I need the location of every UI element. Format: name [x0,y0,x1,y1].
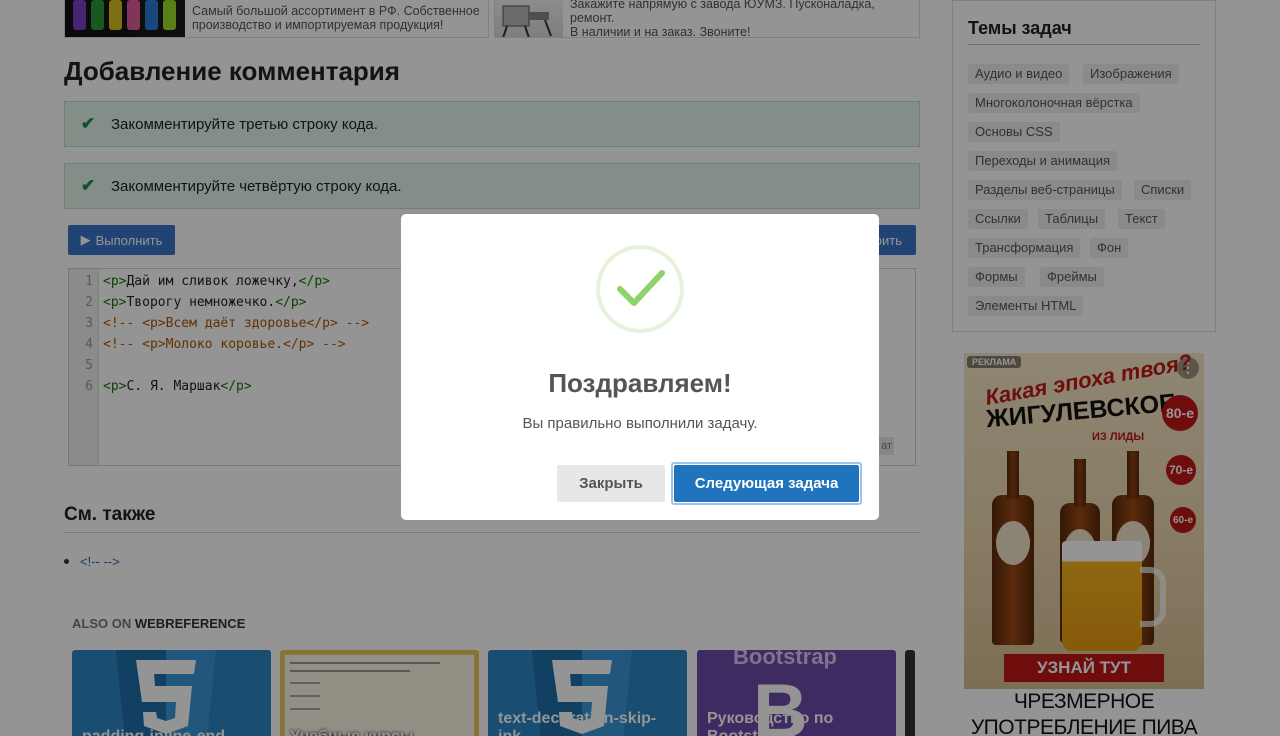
dialog-message: Вы правильно выполнили задачу. [522,415,758,432]
checkmark-icon [596,245,684,333]
close-button[interactable]: Закрыть [557,465,665,502]
next-task-button[interactable]: Следующая задача [671,462,862,505]
success-dialog: Поздравляем! Вы правильно выполнили зада… [401,214,879,520]
dialog-title: Поздравляем! [548,368,732,398]
